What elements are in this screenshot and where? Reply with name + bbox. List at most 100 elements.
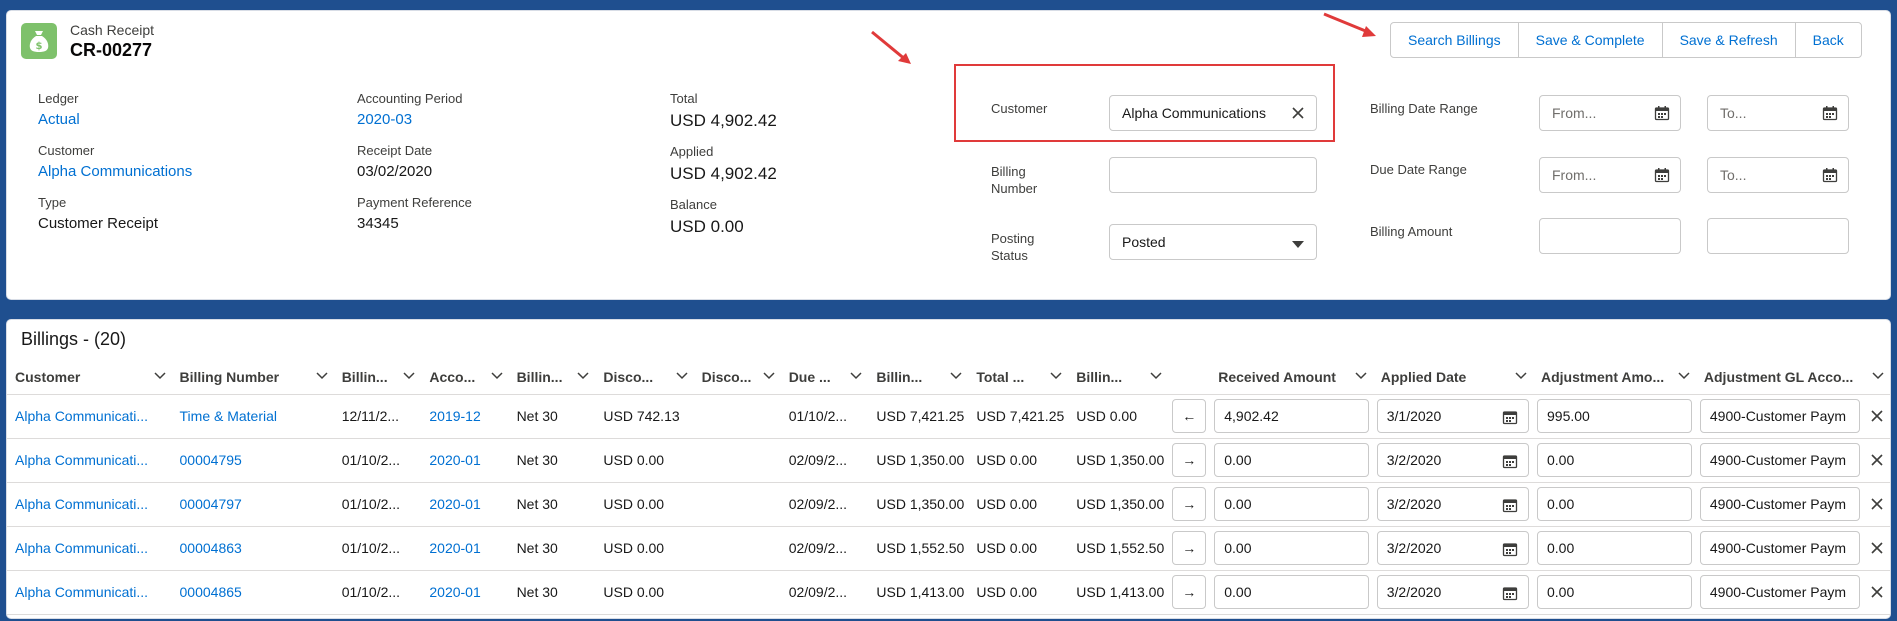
arrow-right-icon[interactable]: →	[1172, 487, 1207, 521]
row-billing-number-link[interactable]: Time & Material	[171, 394, 334, 439]
calendar-icon[interactable]	[1502, 541, 1518, 557]
customer-link[interactable]: Alpha Communications	[38, 163, 192, 180]
column-header[interactable]: Total ...	[968, 360, 1069, 395]
gl-account-lookup[interactable]: 4900-Customer Paym	[1699, 531, 1860, 565]
column-header[interactable]: Billing Number	[171, 360, 334, 395]
column-header[interactable]: Disco...	[595, 360, 694, 395]
adjustment-amount-input[interactable]: 0.00	[1537, 575, 1692, 609]
applied-date-input[interactable]: 3/2/2020	[1376, 487, 1529, 521]
received-amount-input[interactable]: 0.00	[1214, 443, 1369, 477]
column-header[interactable]: Acco...	[421, 360, 509, 395]
row-customer-link[interactable]: Alpha Communicati...	[7, 438, 172, 483]
calendar-icon[interactable]	[1502, 585, 1518, 601]
chevron-down-icon[interactable]	[491, 372, 503, 380]
gl-account-lookup[interactable]: 4900-Customer Paym	[1699, 399, 1860, 433]
billing-date-to-input[interactable]: To...	[1707, 95, 1849, 131]
row-billing-number-link[interactable]: 00004795	[171, 438, 334, 483]
column-header[interactable]: Customer	[7, 360, 172, 395]
clear-icon[interactable]	[1870, 409, 1884, 423]
back-button[interactable]: Back	[1795, 23, 1861, 57]
arrow-left-icon[interactable]: ←	[1172, 399, 1207, 433]
chevron-down-icon[interactable]	[850, 372, 862, 380]
arrow-right-icon[interactable]: →	[1172, 531, 1207, 565]
gl-account-lookup[interactable]: 4900-Customer Paym	[1699, 443, 1860, 477]
row-customer-link[interactable]: Alpha Communicati...	[7, 394, 172, 439]
received-amount-input[interactable]: 0.00	[1214, 487, 1369, 521]
calendar-icon[interactable]	[1502, 409, 1518, 425]
chevron-down-icon[interactable]	[577, 372, 589, 380]
due-date-to-input[interactable]: To...	[1707, 157, 1849, 193]
arrow-right-icon[interactable]: →	[1172, 443, 1207, 477]
adjustment-amount-input[interactable]: 0.00	[1537, 443, 1692, 477]
received-amount-input[interactable]: 4,902.42	[1214, 399, 1369, 433]
column-header[interactable]: Billin...	[1068, 360, 1169, 395]
applied-date-input[interactable]: 3/2/2020	[1376, 531, 1529, 565]
ledger-link[interactable]: Actual	[38, 111, 80, 128]
row-period-link[interactable]: 2020-01	[421, 438, 509, 483]
column-header[interactable]: Billin...	[868, 360, 969, 395]
billing-amount-to-input[interactable]	[1707, 218, 1849, 254]
column-header[interactable]: Billin...	[508, 360, 596, 395]
save-complete-button[interactable]: Save & Complete	[1518, 23, 1663, 57]
chevron-down-icon[interactable]	[1050, 372, 1062, 380]
save-refresh-button[interactable]: Save & Refresh	[1662, 23, 1796, 57]
received-amount-input[interactable]: 0.00	[1214, 531, 1369, 565]
calendar-icon[interactable]	[1822, 167, 1838, 183]
calendar-icon[interactable]	[1822, 105, 1838, 121]
arrow-right-icon[interactable]: →	[1172, 575, 1207, 609]
column-header[interactable]: Adjustment Amo...	[1533, 360, 1696, 395]
row-billing-number-link[interactable]: 00004865	[171, 570, 334, 615]
row-period-link[interactable]: 2020-01	[421, 482, 509, 527]
chevron-down-icon[interactable]	[403, 372, 415, 380]
chevron-down-icon[interactable]	[763, 372, 775, 380]
accounting-period-link[interactable]: 2020-03	[357, 111, 463, 128]
column-header[interactable]: Disco...	[693, 360, 781, 395]
chevron-down-icon[interactable]	[1355, 372, 1367, 380]
column-header[interactable]: Billin...	[333, 360, 422, 395]
filter-posting-status-label: Posting Status	[991, 231, 1035, 263]
chevron-down-icon[interactable]	[1515, 372, 1527, 380]
row-customer-link[interactable]: Alpha Communicati...	[7, 482, 172, 527]
filter-billing-number-input[interactable]	[1109, 157, 1317, 193]
row-billing-number-link[interactable]: 00004863	[171, 526, 334, 571]
clear-icon[interactable]	[1870, 453, 1884, 467]
row-period-link[interactable]: 2019-12	[421, 394, 509, 439]
adjustment-amount-input[interactable]: 995.00	[1537, 399, 1692, 433]
calendar-icon[interactable]	[1502, 497, 1518, 513]
due-date-from-input[interactable]: From...	[1539, 157, 1681, 193]
chevron-down-icon[interactable]	[1872, 372, 1884, 380]
clear-icon[interactable]	[1870, 541, 1884, 555]
billing-amount-from-input[interactable]	[1539, 218, 1681, 254]
clear-icon[interactable]	[1870, 585, 1884, 599]
row-customer-link[interactable]: Alpha Communicati...	[7, 570, 172, 615]
row-customer-link[interactable]: Alpha Communicati...	[7, 526, 172, 571]
applied-date-input[interactable]: 3/2/2020	[1376, 575, 1529, 609]
column-header[interactable]: Due ...	[780, 360, 869, 395]
applied-date-input[interactable]: 3/2/2020	[1376, 443, 1529, 477]
chevron-down-icon[interactable]	[950, 372, 962, 380]
adjustment-amount-input[interactable]: 0.00	[1537, 531, 1692, 565]
column-header[interactable]: Applied Date	[1372, 360, 1533, 395]
row-period-link[interactable]: 2020-01	[421, 570, 509, 615]
column-header[interactable]: Received Amount	[1210, 360, 1373, 395]
clear-icon[interactable]	[1870, 497, 1884, 511]
calendar-icon[interactable]	[1654, 167, 1670, 183]
gl-account-lookup[interactable]: 4900-Customer Paym	[1699, 575, 1860, 609]
chevron-down-icon[interactable]	[676, 372, 688, 380]
received-amount-input[interactable]: 0.00	[1214, 575, 1369, 609]
chevron-down-icon[interactable]	[316, 372, 328, 380]
calendar-icon[interactable]	[1502, 453, 1518, 469]
search-billings-button[interactable]: Search Billings	[1391, 23, 1519, 57]
filter-posting-status-select[interactable]: Posted	[1109, 224, 1317, 260]
billing-date-from-input[interactable]: From...	[1539, 95, 1681, 131]
row-billing-number-link[interactable]: 00004797	[171, 482, 334, 527]
applied-date-input[interactable]: 3/1/2020	[1376, 399, 1529, 433]
row-period-link[interactable]: 2020-01	[421, 526, 509, 571]
gl-account-lookup[interactable]: 4900-Customer Paym	[1699, 487, 1860, 521]
column-header[interactable]: Adjustment GL Acco...	[1695, 360, 1890, 395]
adjustment-amount-input[interactable]: 0.00	[1537, 487, 1692, 521]
calendar-icon[interactable]	[1654, 105, 1670, 121]
chevron-down-icon[interactable]	[153, 372, 166, 380]
chevron-down-icon[interactable]	[1678, 372, 1690, 380]
chevron-down-icon[interactable]	[1150, 372, 1162, 380]
